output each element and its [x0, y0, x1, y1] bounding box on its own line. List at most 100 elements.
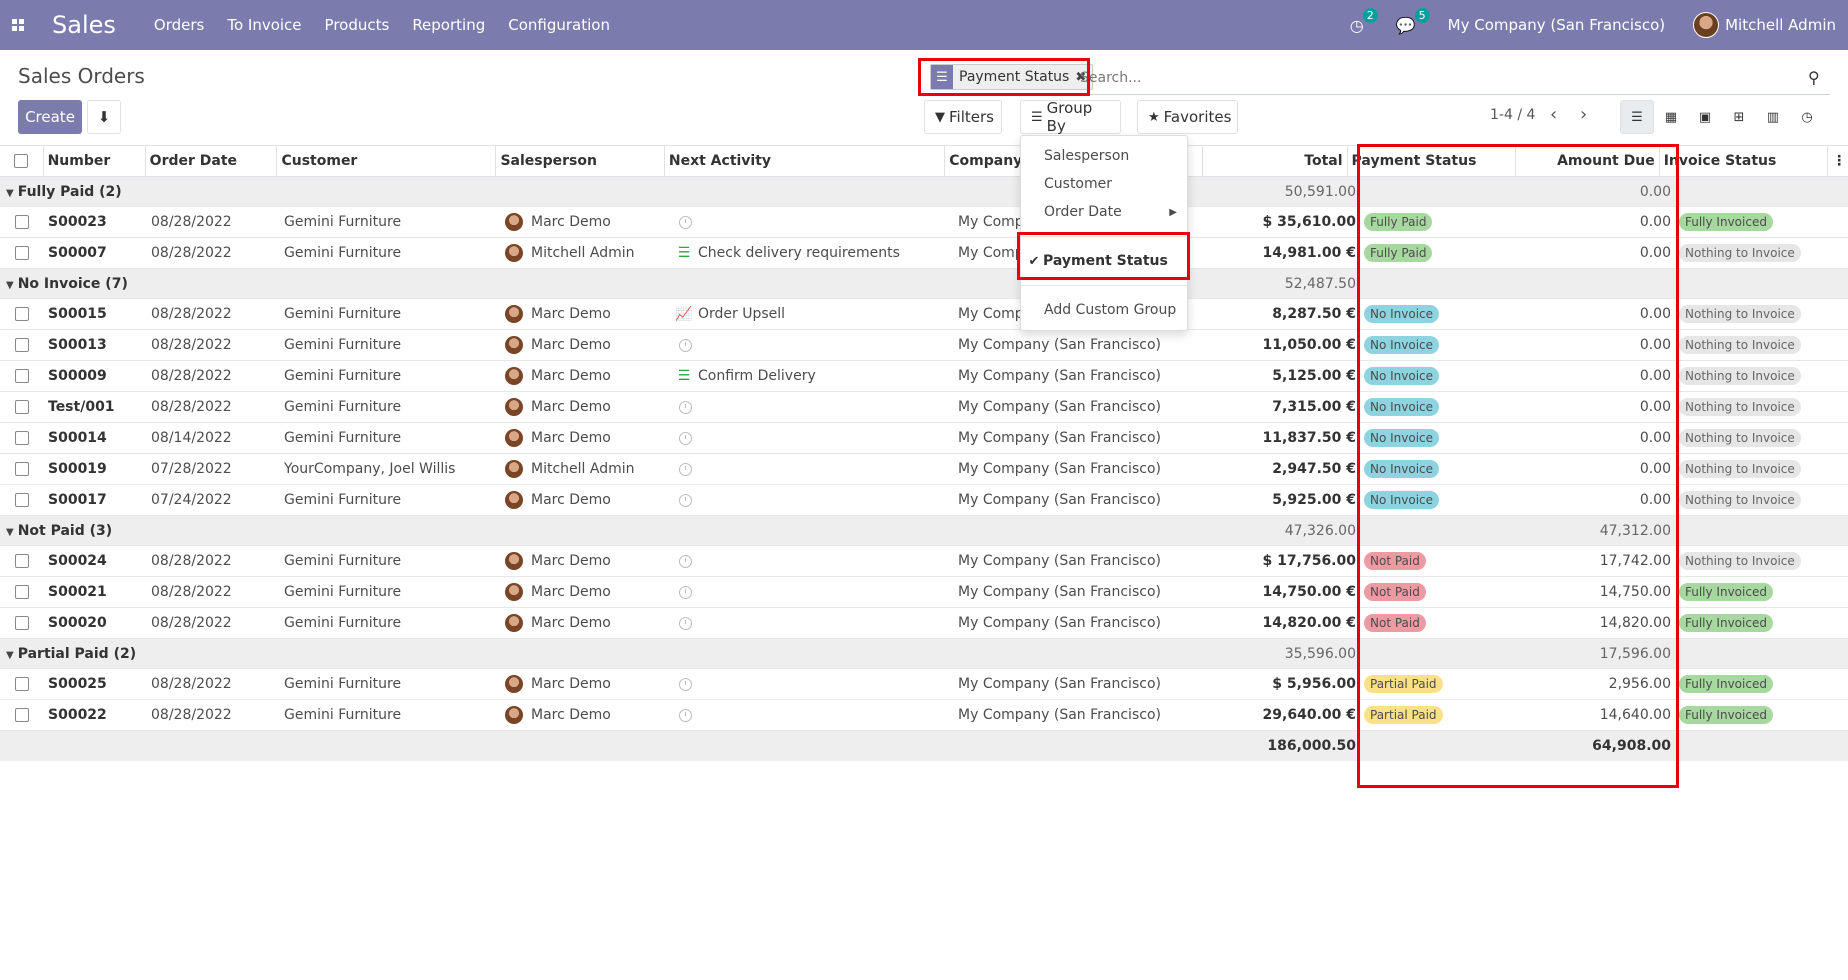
table-row[interactable]: S00019 07/28/2022 YourCompany, Joel Willis… [0, 454, 1848, 485]
row-checkbox[interactable] [0, 246, 44, 260]
next-activity[interactable]: 📈 Order Upsell [671, 306, 954, 322]
clock-icon[interactable] [679, 616, 692, 630]
header-payment-status[interactable]: Payment Status [1348, 145, 1516, 177]
optional-columns-icon[interactable]: ⋮ [1828, 145, 1848, 177]
user-menu[interactable]: Mitchell Admin [1693, 12, 1836, 38]
group-row[interactable]: ▼ Fully Paid (2) 50,591.00 0.00 [0, 177, 1848, 207]
header-amount-due[interactable]: Amount Due [1516, 145, 1660, 177]
pivot-view-icon[interactable]: ⊞ [1722, 100, 1756, 134]
row-checkbox[interactable] [0, 708, 44, 722]
clock-icon[interactable] [679, 708, 692, 722]
table-row[interactable]: S00020 08/28/2022 Gemini Furniture Marc Dem… [0, 608, 1848, 639]
app-name[interactable]: Sales [52, 11, 116, 39]
header-salesperson[interactable]: Salesperson [496, 145, 665, 177]
header-next-activity[interactable]: Next Activity [665, 145, 946, 177]
row-checkbox[interactable] [0, 493, 44, 507]
clock-icon[interactable] [679, 338, 692, 352]
next-activity[interactable] [671, 677, 954, 691]
search-icon[interactable]: ⚲ [1808, 68, 1820, 87]
header-invoice-status[interactable]: Invoice Status [1660, 145, 1829, 177]
row-checkbox[interactable] [0, 215, 44, 229]
table-row[interactable]: S00025 08/28/2022 Gemini Furniture Marc Dem… [0, 669, 1848, 700]
menu-configuration[interactable]: Configuration [508, 16, 610, 34]
table-row[interactable]: S00007 08/28/2022 Gemini Furniture Mitchell… [0, 238, 1848, 269]
table-row[interactable]: S00022 08/28/2022 Gemini Furniture Marc Dem… [0, 700, 1848, 731]
header-customer[interactable]: Customer [277, 145, 497, 177]
filters-button[interactable]: ▼ Filters [924, 100, 1002, 134]
menu-products[interactable]: Products [325, 16, 390, 34]
next-activity[interactable] [671, 708, 954, 722]
clock-icon[interactable] [679, 431, 692, 445]
apps-menu-icon[interactable] [0, 0, 36, 50]
header-number[interactable]: Number [44, 145, 146, 177]
next-activity[interactable]: ☰ Confirm Delivery [671, 368, 954, 384]
table-row[interactable]: S00014 08/14/2022 Gemini Furniture Marc Dem… [0, 423, 1848, 454]
row-checkbox[interactable] [0, 307, 44, 321]
next-activity[interactable] [671, 338, 954, 352]
add-custom-group[interactable]: Add Custom Group [1021, 296, 1187, 324]
next-activity[interactable]: ☰ Check delivery requirements [671, 245, 954, 261]
row-checkbox[interactable] [0, 431, 44, 445]
next-activity[interactable] [671, 400, 954, 414]
row-checkbox[interactable] [0, 585, 44, 599]
table-row[interactable]: Test/001 08/28/2022 Gemini Furniture Marc D… [0, 392, 1848, 423]
group-row[interactable]: ▼ No Invoice (7) 52,487.50 [0, 269, 1848, 299]
header-total[interactable]: Total [1203, 145, 1348, 177]
pager-value[interactable]: 1-4 / 4 [1490, 107, 1535, 123]
messages-icon[interactable]: 💬 5 [1396, 7, 1430, 35]
groupby-order-date[interactable]: Order Date ▶ [1021, 198, 1187, 226]
next-activity[interactable] [671, 616, 954, 630]
table-row[interactable]: S00023 08/28/2022 Gemini Furniture Marc Dem… [0, 207, 1848, 238]
groupby-salesperson[interactable]: Salesperson [1021, 142, 1187, 170]
next-activity[interactable] [671, 585, 954, 599]
clock-icon[interactable] [679, 400, 692, 414]
table-row[interactable]: S00009 08/28/2022 Gemini Furniture Marc Dem… [0, 361, 1848, 392]
header-order-date[interactable]: Order Date [146, 145, 278, 177]
row-checkbox[interactable] [0, 677, 44, 691]
select-all-checkbox[interactable] [0, 145, 44, 177]
menu-orders[interactable]: Orders [154, 16, 204, 34]
table-row[interactable]: S00024 08/28/2022 Gemini Furniture Marc Dem… [0, 546, 1848, 577]
kanban-view-icon[interactable]: ▦ [1654, 100, 1688, 134]
row-checkbox[interactable] [0, 400, 44, 414]
next-activity[interactable] [671, 431, 954, 445]
group-by-button[interactable]: ☰ Group By [1020, 99, 1121, 135]
clock-icon[interactable] [679, 215, 692, 229]
list-view-icon[interactable]: ☰ [1620, 100, 1654, 134]
activity-clock-icon[interactable]: ◷ 2 [1350, 7, 1378, 35]
next-activity[interactable] [671, 554, 954, 568]
pager-previous-icon[interactable]: ‹ [1550, 104, 1557, 125]
favorites-button[interactable]: ★ Favorites [1137, 100, 1238, 134]
row-checkbox[interactable] [0, 554, 44, 568]
clock-icon[interactable] [679, 554, 692, 568]
download-button[interactable]: ⬇ [87, 100, 121, 134]
search-input[interactable] [1080, 67, 1780, 89]
row-checkbox[interactable] [0, 338, 44, 352]
clock-icon[interactable] [679, 493, 692, 507]
groupby-payment-status[interactable]: ✔ Payment Status [1021, 247, 1187, 275]
menu-reporting[interactable]: Reporting [412, 16, 485, 34]
next-activity[interactable] [671, 215, 954, 229]
calendar-view-icon[interactable]: ▣ [1688, 100, 1722, 134]
clock-icon[interactable] [679, 462, 692, 476]
table-row[interactable]: S00013 08/28/2022 Gemini Furniture Marc Dem… [0, 330, 1848, 361]
clock-icon[interactable] [679, 677, 692, 691]
group-row[interactable]: ▼ Not Paid (3) 47,326.00 47,312.00 [0, 516, 1848, 546]
row-checkbox[interactable] [0, 616, 44, 630]
graph-view-icon[interactable]: ▥ [1756, 100, 1790, 134]
next-activity[interactable] [671, 493, 954, 507]
table-row[interactable]: S00015 08/28/2022 Gemini Furniture Marc Dem… [0, 299, 1848, 330]
group-row[interactable]: ▼ Partial Paid (2) 35,596.00 17,596.00 [0, 639, 1848, 669]
row-checkbox[interactable] [0, 462, 44, 476]
next-activity[interactable] [671, 462, 954, 476]
activity-view-icon[interactable]: ◷ [1790, 100, 1824, 134]
create-button[interactable]: Create [18, 100, 82, 134]
clock-icon[interactable] [679, 585, 692, 599]
groupby-customer[interactable]: Customer [1021, 170, 1187, 198]
menu-to-invoice[interactable]: To Invoice [227, 16, 301, 34]
pager-next-icon[interactable]: › [1580, 104, 1587, 125]
company-switcher[interactable]: My Company (San Francisco) [1448, 16, 1665, 34]
row-checkbox[interactable] [0, 369, 44, 383]
table-row[interactable]: S00017 07/24/2022 Gemini Furniture Marc Dem… [0, 485, 1848, 516]
table-row[interactable]: S00021 08/28/2022 Gemini Furniture Marc Dem… [0, 577, 1848, 608]
